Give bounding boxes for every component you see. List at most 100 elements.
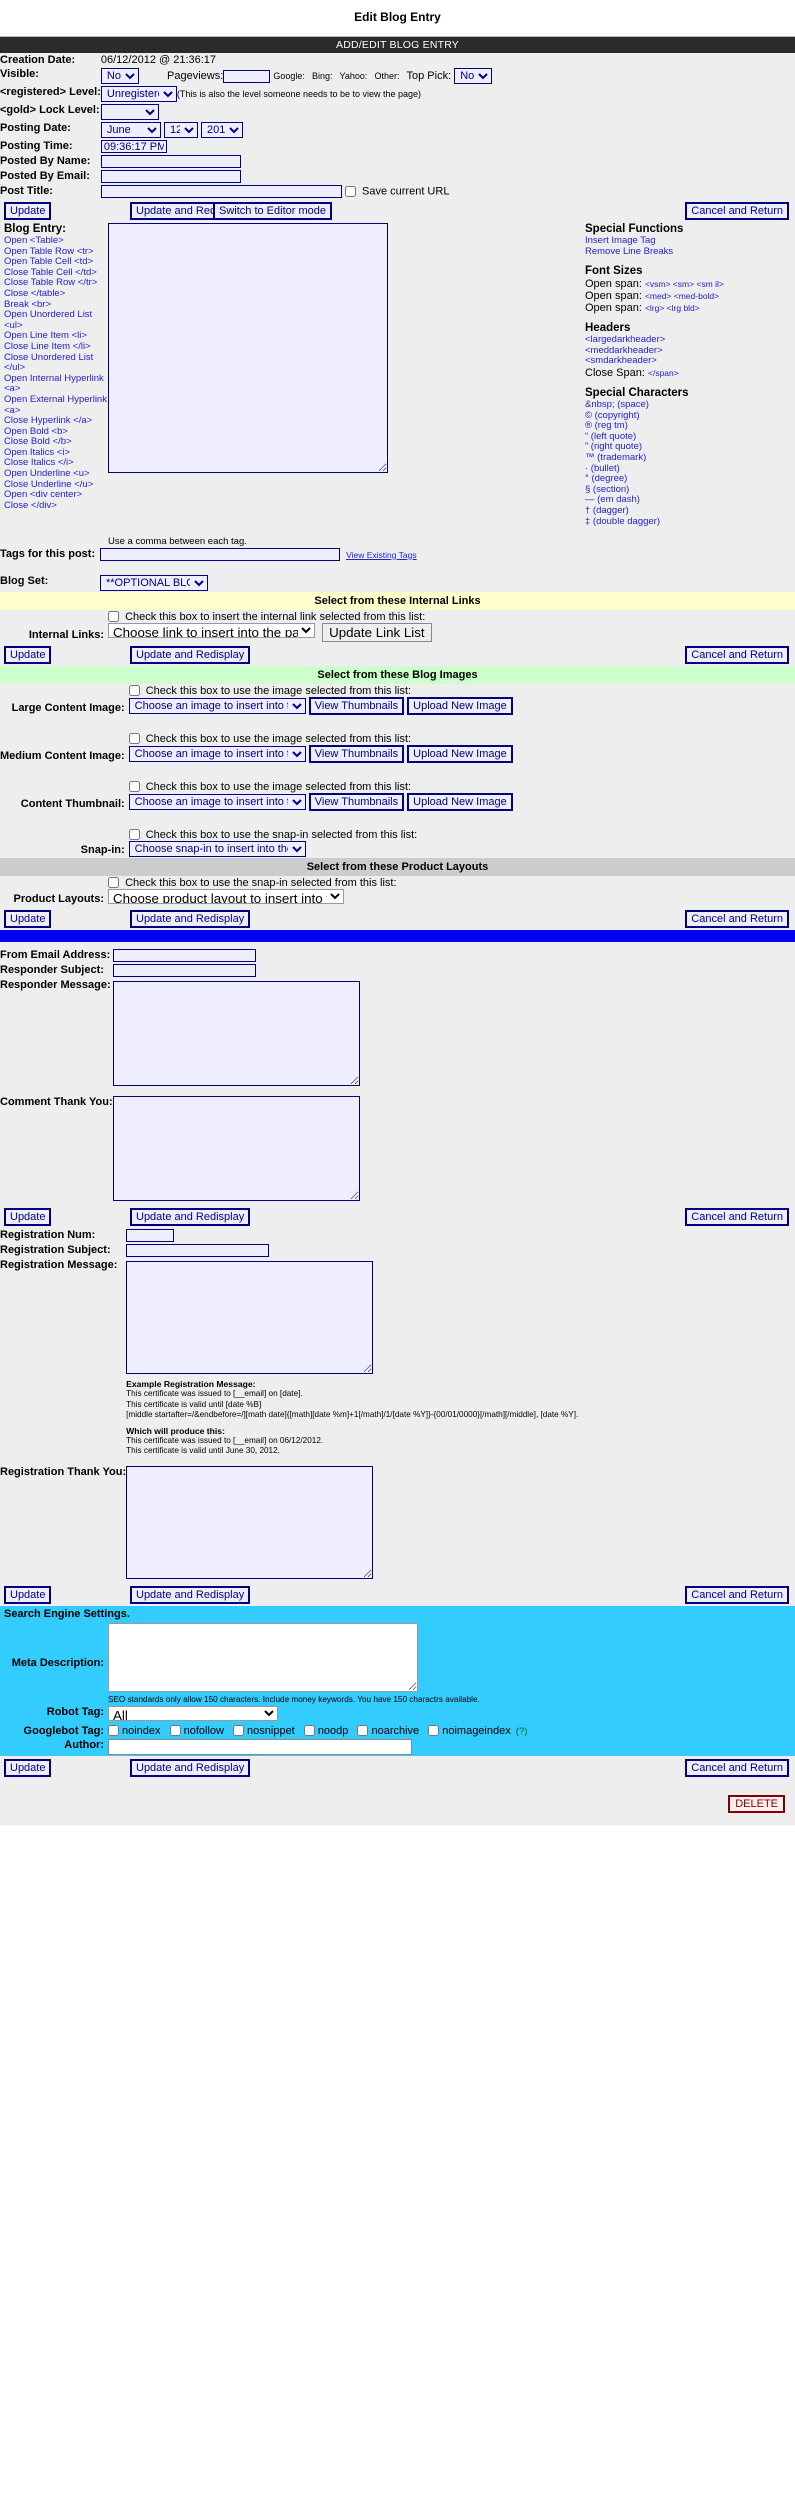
update-button[interactable]: Update (4, 202, 52, 220)
cancel-return-button[interactable]: Cancel and Return (685, 646, 789, 665)
font-size-tags[interactable]: <med> <med-bold> (645, 291, 719, 301)
robot-tag-select[interactable]: All (108, 1705, 278, 1721)
switch-editor-mode-button[interactable]: Switch to Editor mode (213, 202, 332, 220)
googlebot-help-link[interactable]: (?) (516, 1726, 528, 1737)
cancel-return-button[interactable]: Cancel and Return (685, 1208, 789, 1227)
author-input[interactable] (108, 1738, 412, 1755)
update-button[interactable]: Update (4, 1585, 52, 1604)
posting-year-select[interactable]: 2012 (201, 122, 244, 138)
registration-thank-you-textarea[interactable] (126, 1465, 374, 1579)
posting-time-input[interactable] (100, 140, 167, 153)
responder-subject-input[interactable] (112, 964, 256, 978)
from-email-input[interactable] (112, 949, 256, 963)
thumbnail-select[interactable]: Choose an image to insert into the parag… (128, 794, 306, 811)
visible-select[interactable]: No (100, 68, 139, 84)
cancel-return-button[interactable]: Cancel and Return (685, 910, 789, 929)
googlebot-noindex-checkbox[interactable] (108, 1724, 119, 1736)
view-thumbnails-button[interactable]: View Thumbnails (308, 793, 405, 812)
meta-description-textarea[interactable] (108, 1622, 418, 1692)
tags-input[interactable] (100, 548, 340, 562)
view-existing-tags-link[interactable]: View Existing Tags (346, 550, 417, 560)
tag-link[interactable]: Open External Hyperlink <a> (4, 394, 108, 416)
insert-image-tag-link[interactable]: Insert Image Tag (585, 235, 795, 247)
googlebot-noodp-checkbox[interactable] (303, 1724, 315, 1736)
snapin-select[interactable]: Choose snap-in to insert into the paragr… (128, 841, 306, 858)
cancel-return-button[interactable]: Cancel and Return (685, 202, 789, 220)
posting-day-select[interactable]: 12 (163, 122, 198, 138)
update-button[interactable]: Update (4, 910, 52, 929)
googlebot-noarchive-checkbox[interactable] (357, 1724, 369, 1736)
googlebot-nosnippet-checkbox[interactable] (233, 1724, 245, 1736)
view-thumbnails-button[interactable]: View Thumbnails (308, 745, 405, 764)
tag-link[interactable]: Open <Table> (4, 235, 108, 247)
headers-heading: Headers (585, 322, 631, 335)
googlebot-nofollow-checkbox[interactable] (169, 1724, 181, 1736)
large-content-image-label: Large Content Image: (11, 702, 125, 715)
meta-fields-table: Creation Date: 06/12/2012 @ 21:36:17 Vis… (0, 53, 795, 199)
special-character-link[interactable]: ™ (trademark) (585, 452, 795, 464)
update-button[interactable]: Update (4, 646, 52, 665)
upload-new-image-button[interactable]: Upload New Image (407, 697, 513, 716)
googlebot-noimageindex-checkbox[interactable] (428, 1724, 440, 1736)
top-pick-select[interactable]: No (454, 68, 493, 84)
update-button[interactable]: Update (4, 1208, 52, 1227)
tag-link[interactable]: Open Unordered List <ul> (4, 309, 108, 331)
tag-link[interactable]: Close </table> (4, 288, 108, 300)
upload-new-image-button[interactable]: Upload New Image (407, 745, 513, 764)
cancel-return-button[interactable]: Cancel and Return (685, 1758, 789, 1777)
upload-new-image-button[interactable]: Upload New Image (407, 793, 513, 812)
special-character-link[interactable]: † (dagger) (585, 505, 795, 517)
update-redisplay-button[interactable]: Update and Redisplay (130, 910, 251, 929)
gold-lock-row: <gold> Lock Level: (0, 103, 795, 121)
product-layouts-select[interactable]: Choose product layout to insert into the… (108, 889, 344, 905)
font-size-tags[interactable]: <lrg> <lrg bld> (645, 303, 700, 313)
special-character-link[interactable]: ‡ (double dagger) (585, 516, 795, 528)
update-button[interactable]: Update (4, 1758, 52, 1777)
registered-level-select[interactable]: Unregistered (100, 86, 177, 102)
registration-subject-input[interactable] (126, 1244, 270, 1258)
thumbnail-checkbox[interactable] (128, 781, 140, 793)
internal-links-label: Internal Links: (28, 629, 104, 642)
posting-time-row: Posting Time: (0, 139, 795, 154)
product-layouts-checkbox[interactable] (108, 877, 119, 889)
large-image-select[interactable]: Choose an image to insert into the parag… (128, 698, 306, 715)
tag-link[interactable]: Close Unordered List </ul> (4, 352, 108, 374)
posting-month-select[interactable]: June (100, 122, 161, 138)
update-redisplay-button[interactable]: Update and Redisplay (130, 1585, 251, 1604)
blog-set-select[interactable]: **OPTIONAL BLOG SET** (100, 575, 208, 592)
internal-links-checkbox[interactable] (108, 611, 119, 623)
header-tag-link[interactable]: <smdarkheader> (585, 356, 795, 367)
close-span-tag[interactable]: </span> (648, 368, 679, 378)
product-layouts-checkbox-label: Check this box to use the snap-in select… (125, 877, 397, 890)
responder-message-textarea[interactable] (112, 981, 360, 1087)
update-redisplay-button[interactable]: Update and Redisplay (130, 646, 251, 665)
update-redisplay-button[interactable]: Update and Redisplay (130, 1208, 251, 1227)
delete-button[interactable]: DELETE (728, 1794, 785, 1813)
remove-line-breaks-link[interactable]: Remove Line Breaks (585, 246, 795, 258)
posted-by-name-input[interactable] (100, 155, 241, 168)
cancel-return-button[interactable]: Cancel and Return (685, 1585, 789, 1604)
blog-entry-textarea[interactable] (108, 223, 388, 473)
gold-lock-select[interactable] (100, 104, 159, 120)
font-size-tags[interactable]: <vsm> <sm> <sm il> (645, 279, 724, 289)
tag-link[interactable]: Close Line Item </li> (4, 341, 108, 353)
snapin-checkbox[interactable] (128, 829, 140, 841)
pageviews-input[interactable] (223, 69, 271, 83)
save-current-url-checkbox[interactable] (344, 185, 356, 197)
post-title-input[interactable] (100, 185, 342, 198)
internal-links-select[interactable]: Choose link to insert into the paragraph (108, 623, 315, 639)
view-thumbnails-button[interactable]: View Thumbnails (308, 697, 405, 716)
medium-image-checkbox[interactable] (128, 733, 140, 745)
comment-thank-you-textarea[interactable] (112, 1096, 360, 1202)
special-character-link[interactable]: &nbsp; (space) (585, 399, 795, 411)
registration-message-textarea[interactable] (126, 1261, 374, 1375)
update-link-list-button[interactable]: Update Link List (322, 623, 432, 643)
googlebot-option-label: nofollow (183, 1724, 224, 1737)
medium-image-select[interactable]: Choose an image to insert into the parag… (128, 746, 306, 763)
tag-link[interactable]: Close </div> (4, 500, 108, 512)
posted-by-email-input[interactable] (100, 170, 241, 183)
large-image-checkbox[interactable] (128, 685, 140, 697)
update-redisplay-button[interactable]: Update and Redisplay (130, 1758, 251, 1777)
registration-num-input[interactable] (126, 1229, 175, 1243)
tag-link[interactable]: Open Internal Hyperlink <a> (4, 373, 108, 395)
